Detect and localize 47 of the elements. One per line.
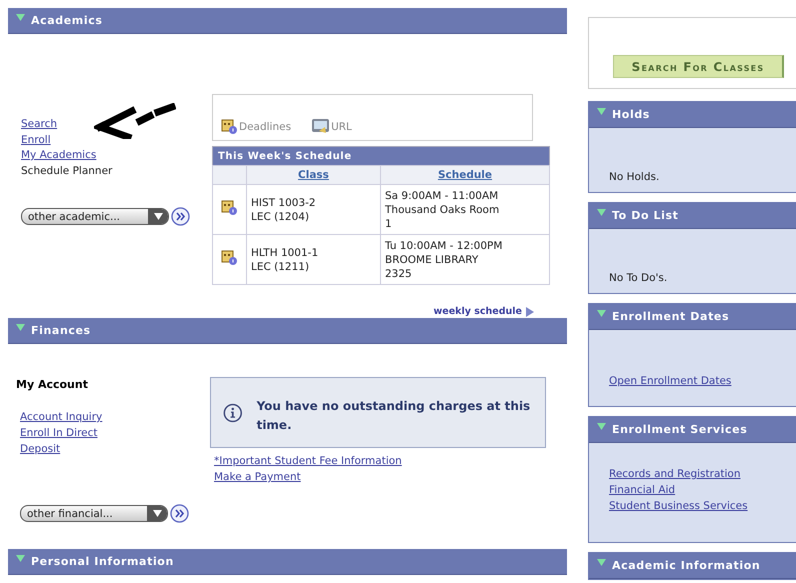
info-icon [223,402,243,424]
nav-link[interactable]: Enroll [21,132,51,148]
column-header[interactable]: Class [298,169,329,181]
go-button[interactable] [170,504,189,523]
section-header[interactable]: Personal Information [8,549,567,575]
monitor-icon [311,118,330,135]
caret-icon[interactable] [152,510,162,517]
class-cell: HLTH 1001-1 LEC (1211) [246,234,380,284]
panel-header[interactable]: Enrollment Services [589,417,796,443]
calendar-icon [221,118,238,135]
panel-link[interactable]: Student Business Services [609,498,748,514]
calendar-icon [221,199,238,216]
section-header[interactable]: Finances [8,318,567,344]
shortcut-label[interactable]: URL [331,120,352,132]
account-link[interactable]: Account Inquiry [20,409,102,425]
fee-link[interactable]: *Important Student Fee Information [214,453,402,469]
schedule-cell: Tu 10:00AM - 12:00PM BROOME LIBRARY 2325 [380,234,550,284]
class-cell: HIST 1003-2 LEC (1204) [246,184,380,234]
panel-header[interactable]: Holds [589,102,796,128]
weekly-schedule-link[interactable]: weekly schedule [434,306,522,317]
panel-message: No To Do's. [609,272,668,284]
calendar-icon [221,249,238,266]
go-button[interactable] [171,207,190,226]
section-header[interactable]: Academics [8,8,567,34]
panel-header[interactable]: Enrollment Dates [589,304,796,330]
table-title: This Week's Schedule [212,146,550,166]
account-link[interactable]: Deposit [20,441,60,457]
account-heading: My Account [16,378,89,391]
nav-link[interactable]: My Academics [21,148,96,164]
nav-link[interactable]: Search [21,117,58,132]
search-classes-button[interactable]: Search For Classes [613,55,784,78]
panel-link[interactable]: Financial Aid [609,482,676,498]
schedule-cell: Sa 9:00AM - 11:00AM Thousand Oaks Room 1 [380,184,550,234]
dropdown[interactable]: other academic... [21,208,169,225]
panel-message: No Holds. [609,171,660,183]
account-link[interactable]: Enroll In Direct [20,425,98,441]
panel-link[interactable]: Open Enrollment Dates [609,373,732,389]
shortcut-label[interactable]: Deadlines [239,120,292,132]
panel-header[interactable]: Academic Information [589,553,796,579]
panel-link[interactable]: Records and Registration [609,466,740,482]
caret-icon[interactable] [154,213,162,220]
dropdown[interactable]: other financial... [20,505,168,522]
info-message: You have no outstanding charges at this time. [256,398,532,434]
panel-header[interactable]: To Do List [589,203,796,229]
nav-text: Schedule Planner [21,164,112,178]
fee-link[interactable]: Make a Payment [214,469,301,485]
play-icon[interactable] [525,306,534,316]
